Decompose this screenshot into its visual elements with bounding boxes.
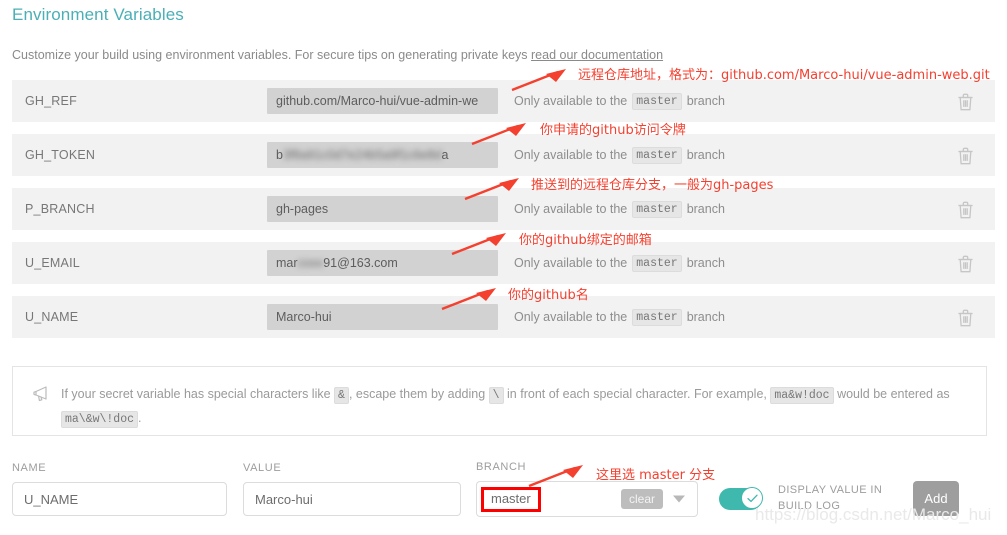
- branch-chip: master: [632, 308, 682, 326]
- branch-field-label: BRANCH: [476, 461, 527, 473]
- trash-icon: [957, 200, 974, 219]
- table-row[interactable]: GH_REF github.com/Marco-hui/vue-admin-we…: [12, 80, 995, 122]
- tip-part-3: in front of each special character. For …: [507, 387, 767, 401]
- name-input-value: U_NAME: [24, 491, 79, 507]
- value-field-label: VALUE: [243, 462, 282, 474]
- tip-part-2: , escape them by adding: [348, 387, 486, 401]
- chevron-down-icon[interactable]: [673, 495, 685, 503]
- annotation-text-1: 远程仓库地址，格式为：github.com/Marco-hui/vue-admi…: [578, 68, 990, 83]
- check-icon: [746, 494, 758, 503]
- tip-part-1: If your secret variable has special char…: [61, 387, 331, 401]
- env-var-value: github.com/Marco-hui/vue-admin-we: [267, 88, 498, 114]
- branch-chip: master: [632, 146, 682, 164]
- env-var-value-prefix: mar: [276, 256, 298, 270]
- tip-text: If your secret variable has special char…: [61, 382, 974, 430]
- delete-env-var-button[interactable]: [935, 254, 995, 273]
- trash-icon: [957, 92, 974, 111]
- env-var-branch-note: Only available to the master branch: [498, 254, 935, 272]
- env-var-branch-note: Only available to the master branch: [498, 146, 935, 164]
- env-var-name: U_NAME: [25, 310, 79, 324]
- add-button-label: Add: [924, 491, 948, 506]
- page-description: Customize your build using environment v…: [12, 48, 663, 62]
- env-var-value-masked: 3f8a91c0d7e24b5a9f1c6e8d: [282, 148, 442, 162]
- clear-branch-button[interactable]: clear: [620, 489, 663, 509]
- branch-chip: master: [632, 254, 682, 272]
- branch-note-prefix: Only available to the: [514, 202, 628, 216]
- branch-note-prefix: Only available to the: [514, 310, 628, 324]
- tip-part-5: .: [138, 411, 142, 425]
- name-input[interactable]: U_NAME: [12, 482, 227, 516]
- table-row[interactable]: U_NAME Marco-hui Only available to the m…: [12, 296, 995, 338]
- env-var-value-masked: coxx: [297, 256, 324, 270]
- annotation-text-4: 你的github绑定的邮箱: [519, 233, 652, 248]
- annotation-arrow: [451, 233, 506, 256]
- branch-chip: master: [632, 200, 682, 218]
- branch-note-prefix: Only available to the: [514, 94, 628, 108]
- annotation-text-3: 推送到的远程仓库分支，一般为gh-pages: [531, 178, 774, 193]
- tip-box: If your secret variable has special char…: [12, 366, 987, 436]
- trash-icon: [957, 308, 974, 327]
- annotation-text-5: 你的github名: [508, 288, 589, 303]
- env-var-name: P_BRANCH: [25, 202, 95, 216]
- watermark: https://blog.csdn.net/Marco_hui: [755, 505, 992, 524]
- page-description-text: Customize your build using environment v…: [12, 48, 532, 62]
- env-var-value-suffix: a: [441, 148, 449, 162]
- branch-chip: master: [632, 92, 682, 110]
- env-var-branch-note: Only available to the master branch: [498, 92, 935, 110]
- page-title: Environment Variables: [12, 5, 184, 24]
- env-var-name: GH_REF: [25, 94, 77, 108]
- env-var-value-prefix: b: [276, 148, 283, 162]
- env-var-name: GH_TOKEN: [25, 148, 96, 162]
- tip-chip-backslash: \: [488, 387, 504, 404]
- value-input[interactable]: Marco-hui: [243, 482, 461, 516]
- branch-select[interactable]: master clear: [476, 481, 698, 517]
- delete-env-var-button[interactable]: [935, 200, 995, 219]
- env-var-value: b 3f8a91c0d7e24b5a9f1c6e8d a: [267, 142, 498, 168]
- env-var-value-suffix: 91@163.com: [323, 256, 398, 270]
- megaphone-icon: [33, 385, 55, 408]
- trash-icon: [957, 146, 974, 165]
- annotation-text-2: 你申请的github访问令牌: [540, 123, 686, 138]
- branch-note-prefix: Only available to the: [514, 148, 628, 162]
- annotation-arrow: [471, 123, 526, 146]
- env-var-value-text: Marco-hui: [276, 310, 332, 324]
- branch-note-suffix: branch: [686, 310, 725, 324]
- tip-part-4: would be entered as: [837, 387, 950, 401]
- documentation-link[interactable]: read our documentation: [531, 48, 663, 62]
- environment-variables-page: Environment Variables Customize your bui…: [0, 0, 1007, 535]
- branch-select-value: master: [481, 486, 541, 512]
- env-var-value-text: github.com/Marco-hui/vue-admin-we: [276, 94, 479, 108]
- branch-note-suffix: branch: [686, 94, 725, 108]
- env-var-value-text: gh-pages: [276, 202, 329, 216]
- env-var-branch-note: Only available to the master branch: [498, 308, 935, 326]
- tip-chip-ampersand: &: [334, 387, 349, 404]
- tip-chip-example-input: ma&w!doc: [770, 387, 834, 404]
- delete-env-var-button[interactable]: [935, 92, 995, 111]
- env-var-name: U_EMAIL: [25, 256, 80, 270]
- env-var-branch-note: Only available to the master branch: [498, 200, 935, 218]
- branch-note-suffix: branch: [686, 256, 725, 270]
- branch-note-suffix: branch: [686, 148, 725, 162]
- delete-env-var-button[interactable]: [935, 146, 995, 165]
- annotation-arrow: [464, 178, 519, 201]
- name-field-label: NAME: [12, 462, 47, 474]
- annotation-arrow: [511, 69, 566, 92]
- trash-icon: [957, 254, 974, 273]
- annotation-arrow: [441, 288, 496, 311]
- branch-note-prefix: Only available to the: [514, 256, 628, 270]
- branch-note-suffix: branch: [686, 202, 725, 216]
- annotation-arrow: [528, 465, 583, 488]
- delete-env-var-button[interactable]: [935, 308, 995, 327]
- tip-chip-example-escaped: ma\&w\!doc: [61, 411, 139, 428]
- annotation-text-branch: 这里选 master 分支: [596, 468, 716, 483]
- value-input-value: Marco-hui: [255, 491, 313, 507]
